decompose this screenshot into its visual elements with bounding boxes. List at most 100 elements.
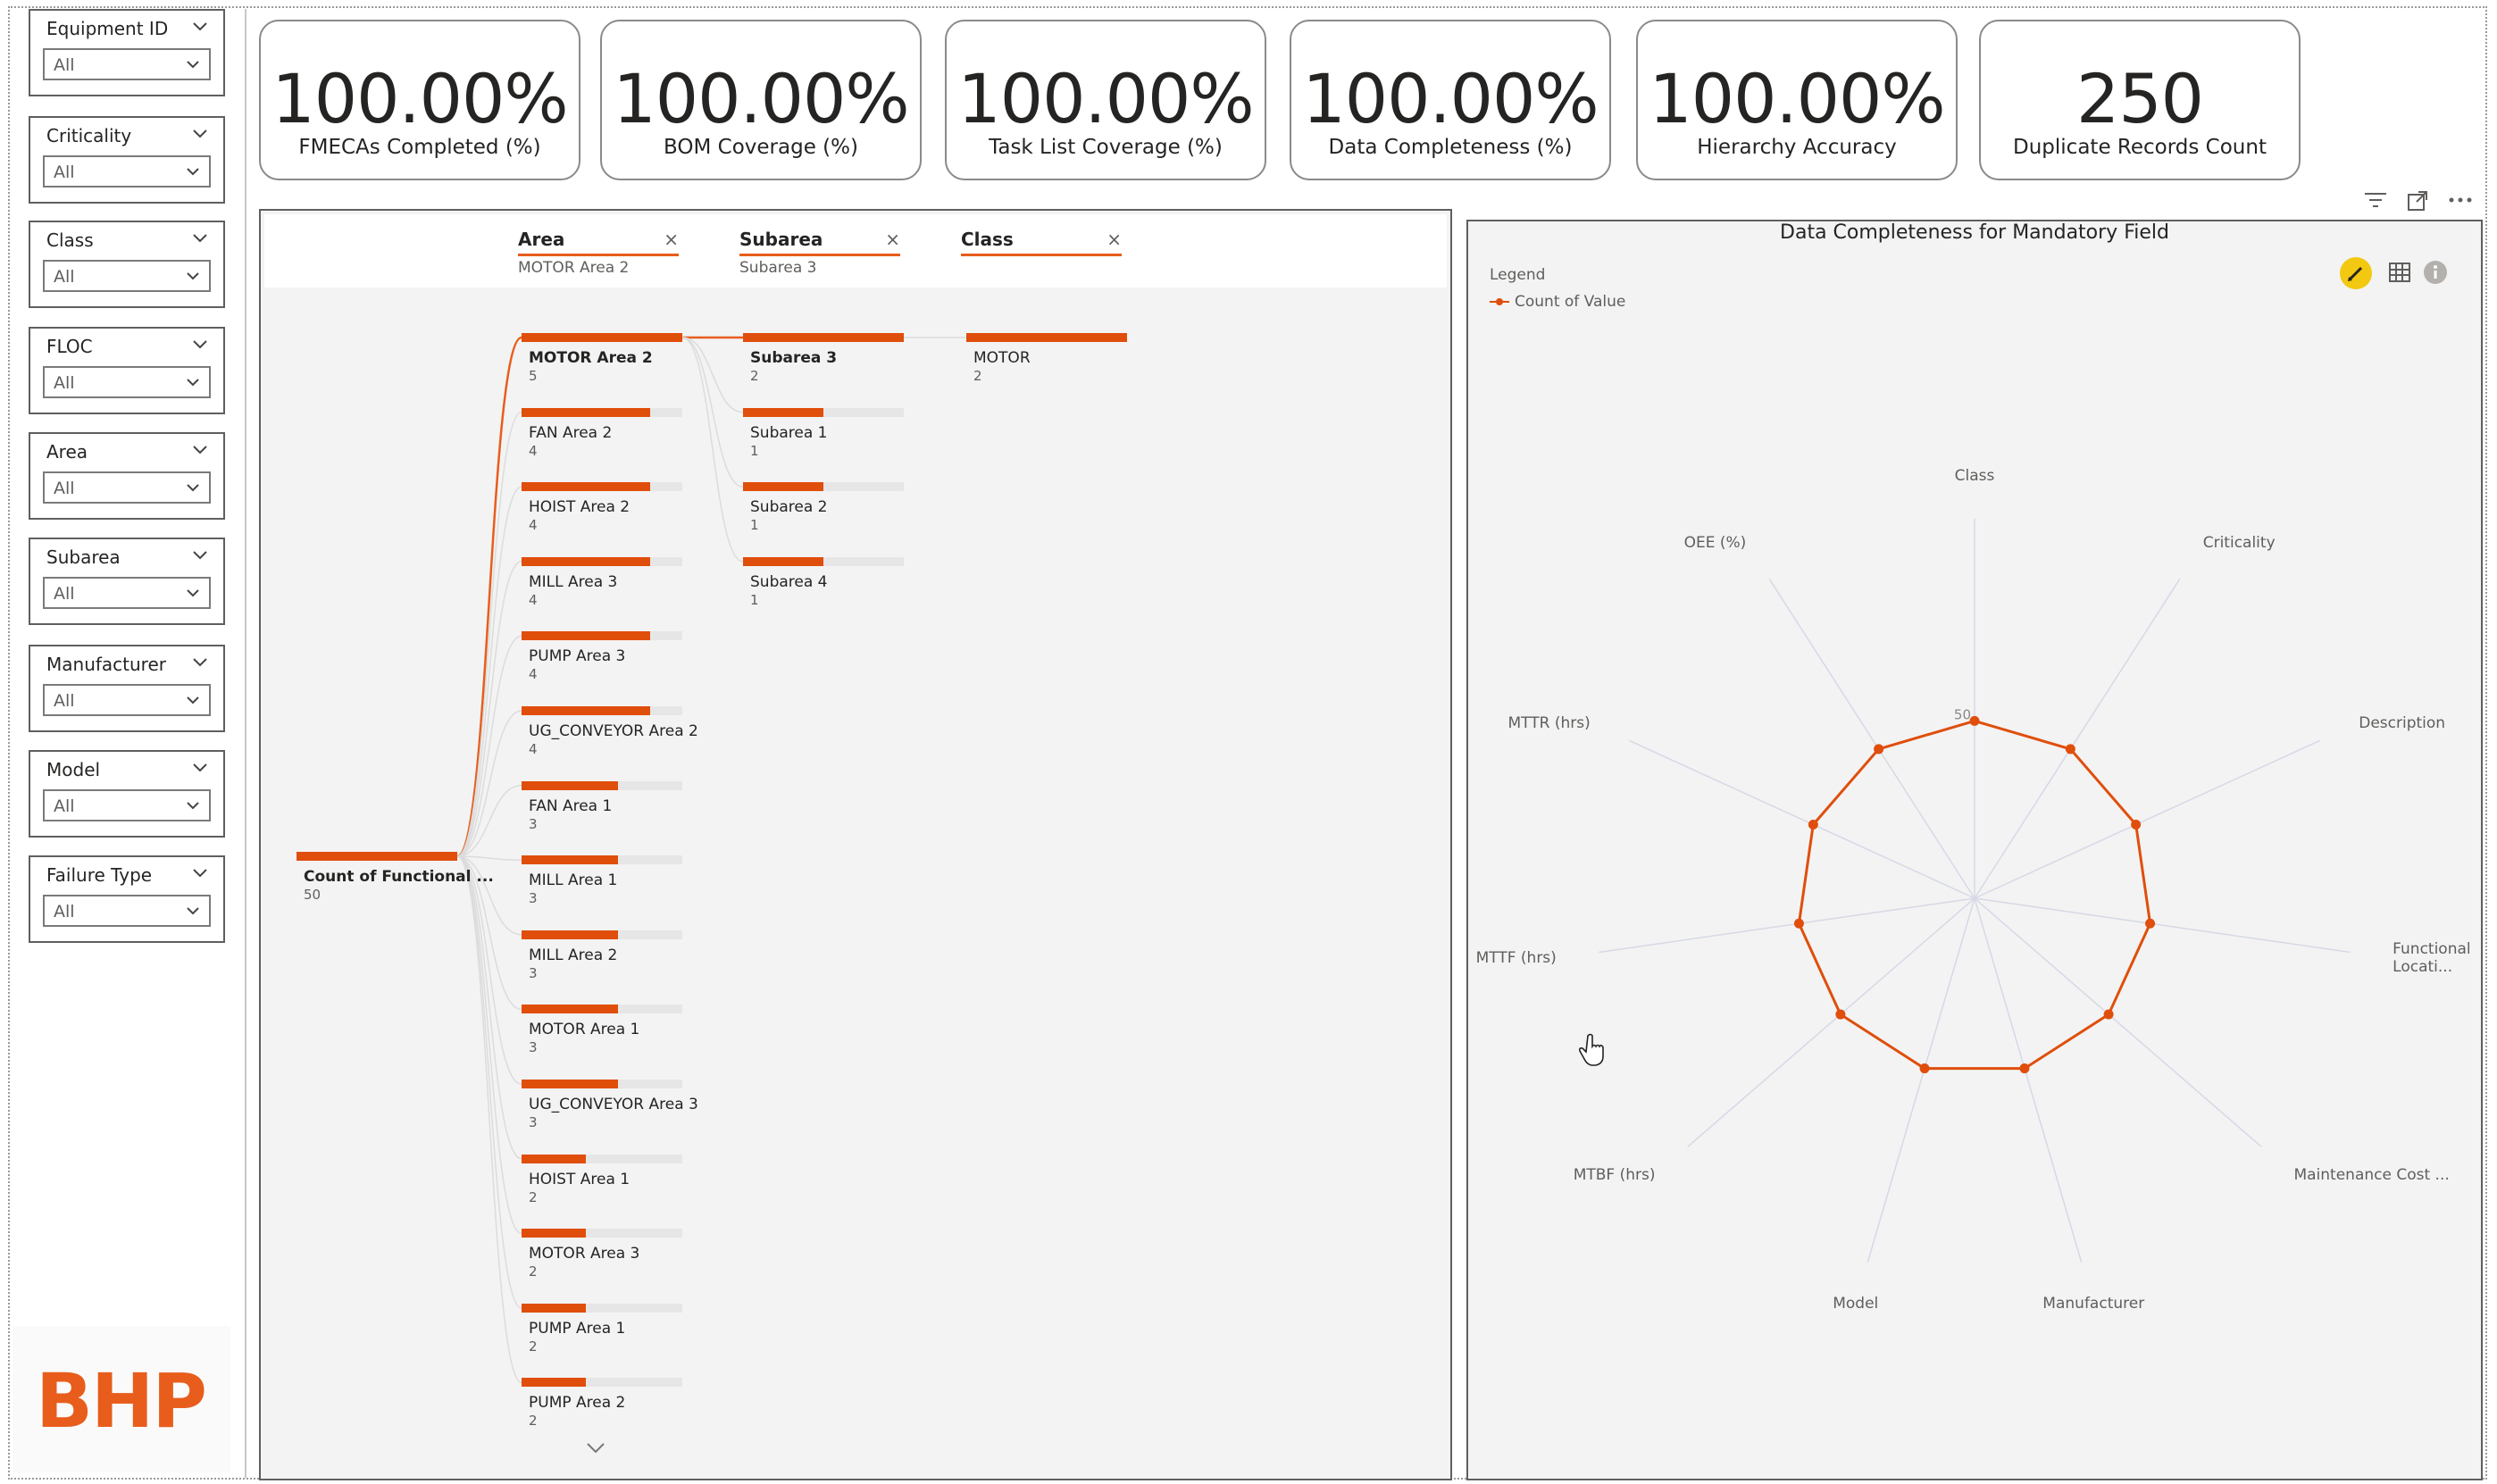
node-label: Subarea 3 [750,349,838,367]
node-label: MOTOR Area 1 [529,1021,640,1039]
node-bar [522,1080,618,1088]
node-label: FAN Area 1 [529,796,613,815]
radar-axis-line [1974,739,2320,899]
node-value: 2 [529,1413,538,1430]
node-label: MOTOR Area 2 [529,349,653,367]
node-bar [743,333,904,342]
node-label: HOIST Area 1 [529,1170,631,1188]
radar-data-point [2019,1063,2030,1074]
node-bar [522,780,618,790]
node-value: 3 [529,1039,538,1056]
node-label: MILL Area 2 [529,946,618,964]
radar-axis-line [1629,739,1975,899]
node-label: PUMP Area 2 [529,1394,626,1413]
radar-axis-label: OEE (%) [1683,534,1747,553]
radar-axis-label: Class [1954,467,1995,485]
node-bar [522,1378,586,1388]
tree-link [456,855,522,1234]
node-value: 2 [529,1188,538,1205]
node-value: 3 [529,964,538,981]
radar-axis-line [1866,897,1975,1263]
node-label: HOIST Area 2 [529,498,631,517]
tree-link [456,411,522,857]
radar-data-point [1808,819,1818,830]
node-value: 5 [529,368,538,384]
node-label: MILL Area 3 [529,572,618,591]
node-bar [296,852,457,861]
node-value: 3 [529,890,538,907]
tree-link [681,337,744,413]
filter-icon[interactable] [2363,189,2388,211]
radar-data-point [1969,715,1980,726]
node-label: FAN Area 2 [529,423,613,442]
node-value: 4 [529,442,538,459]
radar-axis-label: Model [1833,1294,1879,1313]
radar-axis-label: Description [2359,713,2446,732]
radar-data-point [1874,744,1884,755]
node-bar [522,631,650,641]
node-bar [522,556,650,566]
edit-pencil-button[interactable] [2340,257,2372,289]
chevron-down-icon[interactable] [584,1439,607,1457]
radar-axis-label: Functional Locati... [2393,940,2471,977]
node-label: UG_CONVEYOR Area 2 [529,722,698,740]
tree-link [456,486,522,857]
node-value: 1 [750,517,759,534]
node-bar [522,1005,618,1014]
radar-axis-line [1974,897,2083,1263]
node-value: 4 [529,666,538,683]
node-value: 4 [529,741,538,757]
node-label: MOTOR [973,349,1031,367]
info-icon[interactable] [2422,259,2449,286]
more-options-icon[interactable] [2447,193,2474,207]
node-label: PUMP Area 1 [529,1319,626,1338]
radar-axis-label: Manufacturer [2042,1294,2145,1313]
tree-link [681,337,744,563]
node-bar [743,407,823,417]
node-value: 2 [973,368,982,384]
node-bar [522,706,650,715]
radar-axis-label: MTBF (hrs) [1573,1165,1656,1184]
radar-axis-line [1768,579,1975,899]
node-label: Subarea 2 [750,498,828,517]
node-bar [522,1154,586,1163]
node-bar [522,1303,586,1313]
node-bar [522,482,650,492]
radar-axis-line [1974,897,2351,954]
node-label: MOTOR Area 3 [529,1245,640,1263]
node-bar [522,1229,586,1238]
radar-axis-label: MTTR (hrs) [1507,713,1591,732]
node-bar [522,855,618,865]
radar-axis-line [1599,897,1975,954]
node-value: 2 [750,368,759,384]
node-value: 2 [529,1338,538,1355]
focus-mode-icon[interactable] [2406,189,2429,213]
radar-chart: 50 [1599,519,2351,1263]
table-view-icon[interactable] [2386,259,2413,286]
node-bar [743,556,823,566]
node-value: 1 [750,591,759,608]
node-bar [743,482,823,492]
pencil-icon [2348,266,2363,281]
node-value: 3 [529,815,538,832]
radar-data-point [2145,918,2156,929]
tree-link [456,336,522,858]
radar-axis-line [1974,579,2181,899]
node-label: Count of Functional ... [304,868,494,886]
node-bar [522,333,682,342]
tree-link [456,855,522,1309]
radar-data-point [2131,819,2142,830]
node-value: 4 [529,517,538,534]
node-value: 1 [750,442,759,459]
hand-cursor-icon [1579,1033,1604,1066]
radar-data-point [2065,744,2075,755]
node-value: 2 [529,1263,538,1280]
radar-axis-label: MTTF (hrs) [1475,949,1557,968]
radar-data-point [1793,918,1804,929]
radar-axis-label: Maintenance Cost ... [2293,1165,2450,1184]
node-label: Subarea 4 [750,572,828,591]
radar-data-point [2103,1009,2114,1020]
radar-data-point [1835,1009,1846,1020]
node-value: 50 [304,887,322,903]
radar-axis-label: Criticality [2202,534,2276,553]
